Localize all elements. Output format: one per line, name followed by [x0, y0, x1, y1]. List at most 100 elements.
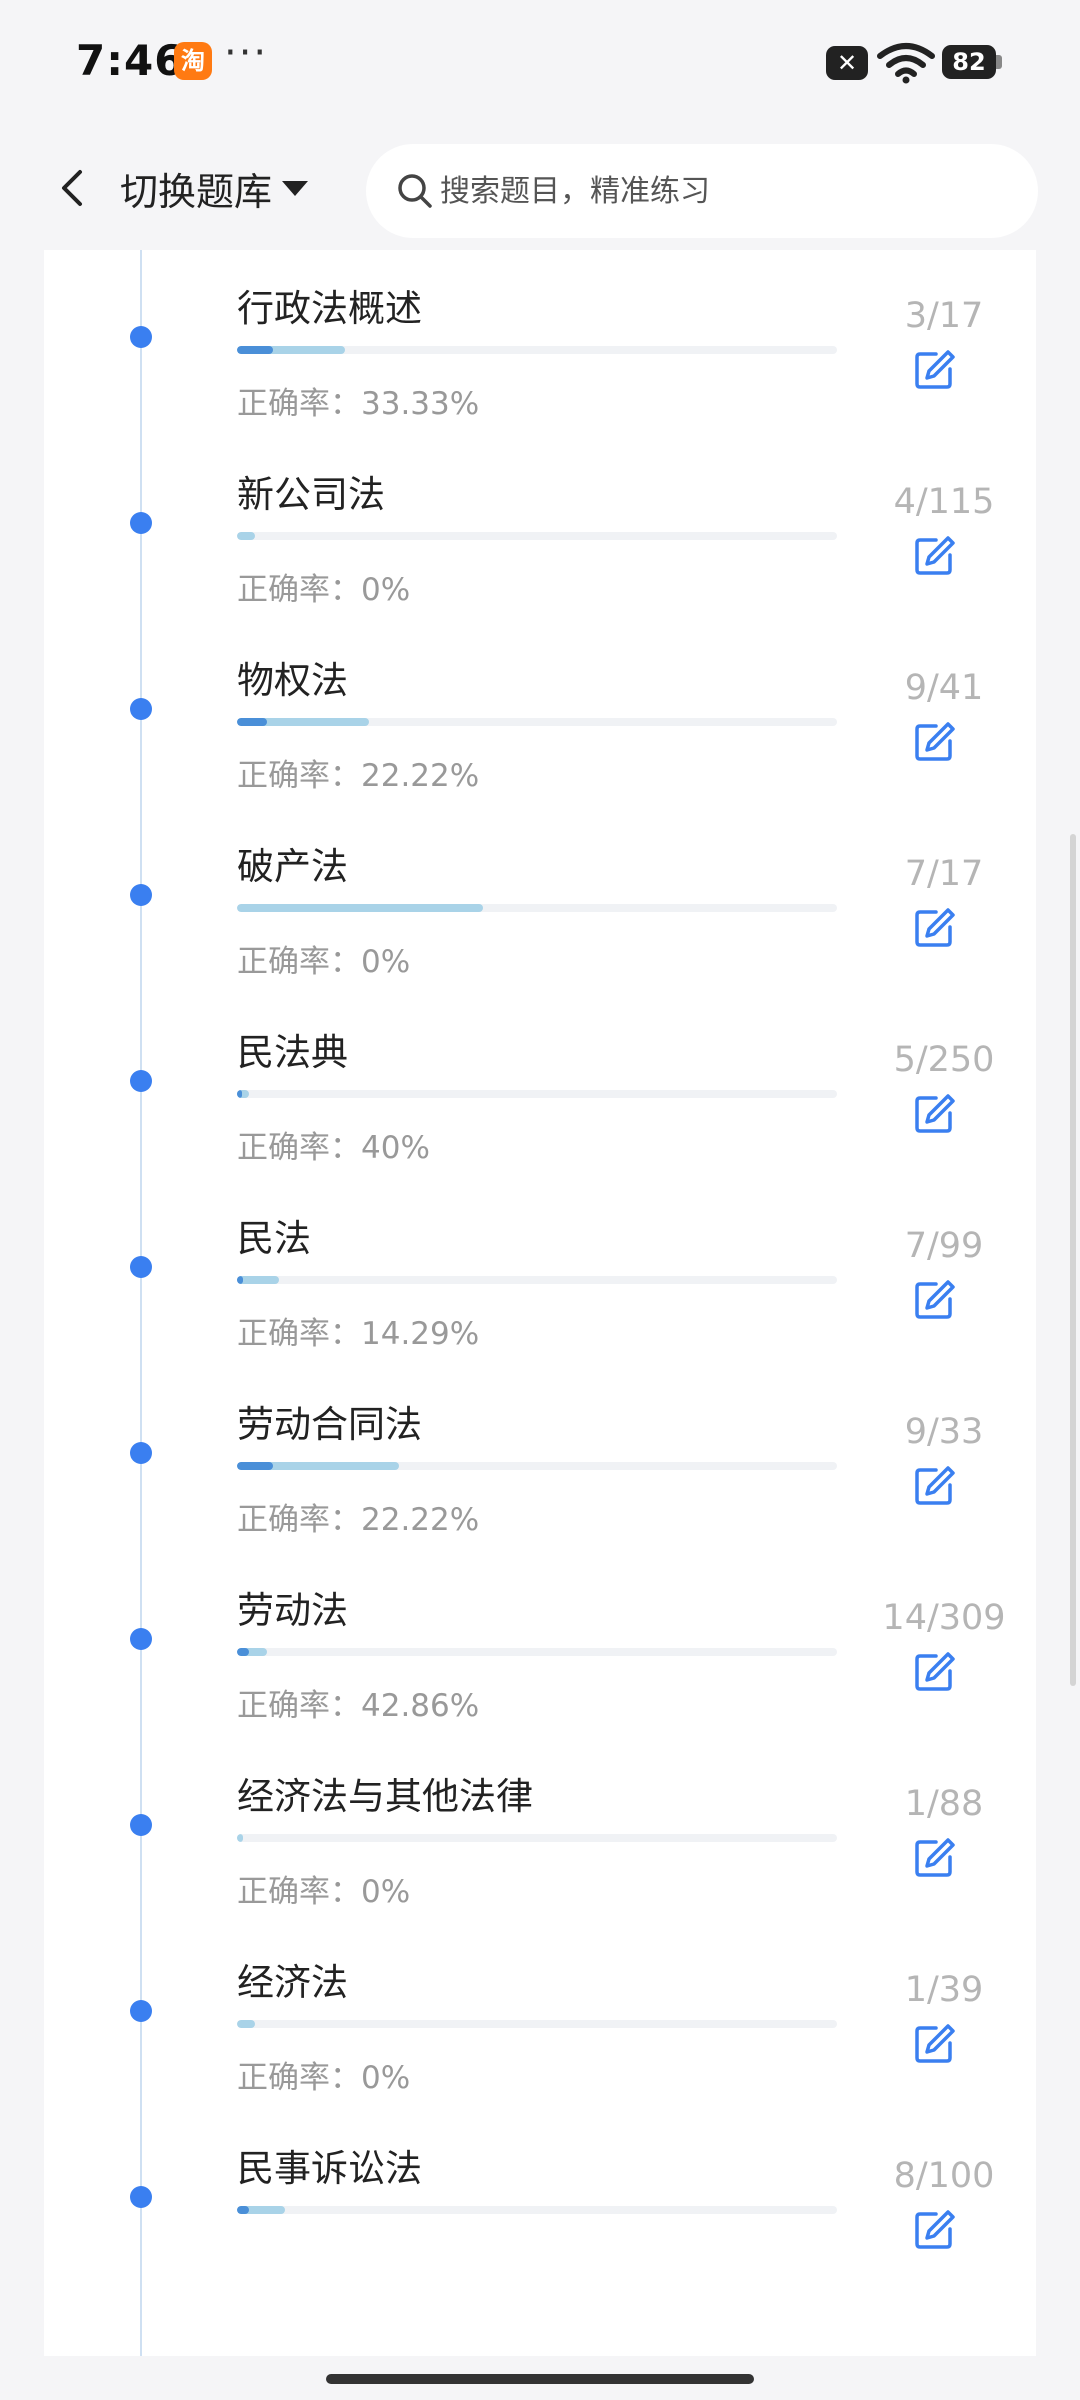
- progress-done-fill: [237, 1834, 243, 1842]
- chapter-row[interactable]: 经济法 正确率：0% 1/39: [44, 1958, 1036, 2148]
- accuracy-label: 正确率：: [237, 1874, 361, 1910]
- chapter-title: 劳动合同法: [237, 1403, 422, 1446]
- accuracy-text: 正确率：22.22%: [237, 1494, 479, 1539]
- accuracy-text: 正确率：14.29%: [237, 1308, 479, 1353]
- progress-done-fill: [237, 2020, 255, 2028]
- search-box[interactable]: [366, 144, 1038, 238]
- timeline-dot: [130, 512, 152, 534]
- edit-practice-icon[interactable]: [912, 1278, 956, 1322]
- accuracy-label: 正确率：: [237, 572, 361, 608]
- progress-track: [237, 1834, 837, 1842]
- back-arrow-icon[interactable]: [46, 160, 102, 216]
- chapter-row[interactable]: 劳动法 正确率：42.86% 14/309: [44, 1586, 1036, 1776]
- accuracy-value: 14.29%: [361, 1316, 480, 1352]
- edit-practice-icon[interactable]: [912, 348, 956, 392]
- switch-question-bank-button[interactable]: 切换题库: [120, 156, 309, 220]
- progress-track: [237, 1462, 837, 1470]
- accuracy-text: 正确率：40%: [237, 1122, 430, 1167]
- progress-track: [237, 532, 837, 540]
- edit-practice-icon[interactable]: [912, 1464, 956, 1508]
- more-dots-icon: ···: [224, 30, 269, 76]
- accuracy-label: 正确率：: [237, 758, 361, 794]
- edit-practice-icon[interactable]: [912, 906, 956, 950]
- progress-count: 5/250: [893, 1040, 995, 1080]
- timeline-dot: [130, 2000, 152, 2022]
- progress-track: [237, 346, 837, 354]
- close-badge-icon: ✕: [826, 46, 868, 80]
- progress-track: [237, 2206, 837, 2214]
- home-gesture-bar[interactable]: [326, 2374, 754, 2384]
- progress-count: 1/88: [904, 1784, 984, 1824]
- progress-correct-fill: [237, 2206, 249, 2214]
- progress-correct-fill: [237, 1462, 273, 1470]
- timeline-dot: [130, 326, 152, 348]
- timeline-dot: [130, 1442, 152, 1464]
- accuracy-value: 22.22%: [361, 758, 480, 794]
- scrollbar[interactable]: [1070, 834, 1076, 1686]
- progress-count: 3/17: [904, 296, 984, 336]
- chapter-title: 经济法: [237, 1961, 348, 2004]
- accuracy-text: 正确率：0%: [237, 936, 410, 981]
- accuracy-text: 正确率：0%: [237, 2052, 410, 2097]
- search-icon: [398, 174, 432, 208]
- accuracy-label: 正确率：: [237, 944, 361, 980]
- accuracy-label: 正确率：: [237, 386, 361, 422]
- timeline-dot: [130, 884, 152, 906]
- progress-done-fill: [237, 904, 483, 912]
- timeline-dot: [130, 1256, 152, 1278]
- chapter-row[interactable]: 行政法概述 正确率：33.33% 3/17: [44, 284, 1036, 474]
- edit-practice-icon[interactable]: [912, 534, 956, 578]
- accuracy-value: 0%: [361, 572, 411, 608]
- edit-practice-icon[interactable]: [912, 2208, 956, 2252]
- accuracy-text: 正确率：42.86%: [237, 1680, 479, 1725]
- accuracy-value: 40%: [361, 1130, 430, 1166]
- chapter-row[interactable]: 经济法与其他法律 正确率：0% 1/88: [44, 1772, 1036, 1962]
- progress-count: 4/115: [893, 482, 995, 522]
- top-nav-bar: 切换题库: [0, 130, 1080, 250]
- accuracy-text: 正确率：22.22%: [237, 750, 479, 795]
- accuracy-label: 正确率：: [237, 1130, 361, 1166]
- timeline-dot: [130, 698, 152, 720]
- accuracy-value: 0%: [361, 2060, 411, 2096]
- accuracy-text: 正确率：33.33%: [237, 378, 479, 423]
- edit-practice-icon[interactable]: [912, 1836, 956, 1880]
- edit-practice-icon[interactable]: [912, 1650, 956, 1694]
- chapter-row[interactable]: 正确率：25%: [44, 250, 1036, 288]
- timeline-dot: [130, 1814, 152, 1836]
- chapter-row[interactable]: 新公司法 正确率：0% 4/115: [44, 470, 1036, 660]
- edit-practice-icon[interactable]: [912, 720, 956, 764]
- chapter-title: 民事诉讼法: [237, 2147, 422, 2190]
- progress-correct-fill: [237, 1090, 242, 1098]
- chapter-row[interactable]: 破产法 正确率：0% 7/17: [44, 842, 1036, 1032]
- taobao-icon: 淘: [174, 42, 212, 80]
- progress-track: [237, 718, 837, 726]
- accuracy-label: 正确率：: [237, 1502, 361, 1538]
- chapter-title: 破产法: [237, 845, 348, 888]
- chapter-row[interactable]: 民法 正确率：14.29% 7/99: [44, 1214, 1036, 1404]
- chapter-title: 行政法概述: [237, 287, 422, 330]
- chapter-row[interactable]: 民法典 正确率：40% 5/250: [44, 1028, 1036, 1218]
- battery-tip: [996, 55, 1002, 69]
- timeline-dot: [130, 2186, 152, 2208]
- chapter-row[interactable]: 物权法 正确率：22.22% 9/41: [44, 656, 1036, 846]
- chapter-row[interactable]: 劳动合同法 正确率：22.22% 9/33: [44, 1400, 1036, 1590]
- progress-count: 9/41: [904, 668, 984, 708]
- progress-track: [237, 1648, 837, 1656]
- edit-practice-icon[interactable]: [912, 2022, 956, 2066]
- chapter-row[interactable]: 民事诉讼法 正确率： 8/100: [44, 2144, 1036, 2334]
- accuracy-value: 22.22%: [361, 1502, 480, 1538]
- progress-correct-fill: [237, 1276, 243, 1284]
- chapter-title: 民法典: [237, 1031, 348, 1074]
- accuracy-label: 正确率：: [237, 1688, 361, 1724]
- accuracy-text: 正确率：0%: [237, 1866, 410, 1911]
- caret-down-icon: [282, 180, 309, 196]
- accuracy-value: 33.33%: [361, 386, 480, 422]
- switch-question-bank-label: 切换题库: [120, 169, 273, 214]
- progress-count: 9/33: [904, 1412, 984, 1452]
- progress-count: 8/100: [893, 2156, 995, 2196]
- search-input[interactable]: [440, 162, 1000, 220]
- accuracy-label: 正确率：: [237, 1316, 361, 1352]
- battery-icon: 82: [942, 45, 996, 79]
- edit-practice-icon[interactable]: [912, 1092, 956, 1136]
- accuracy-value: 0%: [361, 944, 411, 980]
